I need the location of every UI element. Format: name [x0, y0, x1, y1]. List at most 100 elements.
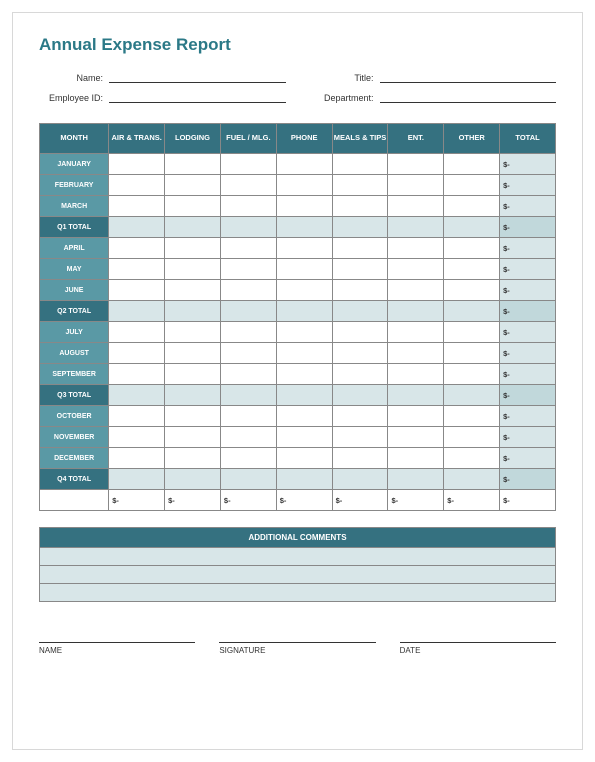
expense-table: MONTH AIR & TRANS. LODGING FUEL / MLG. P… — [39, 123, 556, 511]
expense-cell[interactable] — [388, 259, 444, 280]
expense-cell[interactable] — [220, 175, 276, 196]
comments-section: ADDITIONAL COMMENTS — [39, 527, 556, 602]
expense-cell[interactable] — [332, 343, 388, 364]
expense-cell[interactable] — [165, 238, 221, 259]
expense-cell[interactable] — [444, 154, 500, 175]
expense-cell[interactable] — [444, 196, 500, 217]
expense-cell[interactable] — [220, 427, 276, 448]
expense-cell[interactable] — [220, 196, 276, 217]
expense-cell[interactable] — [109, 175, 165, 196]
expense-cell[interactable] — [444, 427, 500, 448]
expense-cell[interactable] — [332, 238, 388, 259]
expense-cell[interactable] — [109, 280, 165, 301]
expense-cell[interactable] — [220, 322, 276, 343]
expense-cell: $- — [444, 490, 500, 511]
department-input[interactable] — [380, 91, 557, 103]
expense-cell[interactable] — [444, 406, 500, 427]
expense-cell[interactable] — [109, 364, 165, 385]
expense-cell[interactable] — [220, 259, 276, 280]
expense-cell[interactable] — [332, 364, 388, 385]
expense-cell[interactable] — [220, 364, 276, 385]
expense-cell[interactable] — [109, 448, 165, 469]
expense-cell[interactable] — [388, 196, 444, 217]
expense-cell[interactable] — [165, 175, 221, 196]
expense-cell[interactable] — [332, 259, 388, 280]
expense-cell[interactable] — [220, 448, 276, 469]
expense-cell[interactable] — [220, 280, 276, 301]
expense-cell[interactable] — [165, 196, 221, 217]
expense-cell[interactable] — [165, 259, 221, 280]
expense-cell[interactable] — [332, 175, 388, 196]
expense-cell[interactable] — [165, 448, 221, 469]
expense-cell[interactable] — [276, 322, 332, 343]
comments-row[interactable] — [39, 566, 556, 584]
row-label: NOVEMBER — [40, 427, 109, 448]
expense-cell[interactable] — [109, 154, 165, 175]
expense-cell[interactable] — [388, 238, 444, 259]
expense-cell[interactable] — [332, 448, 388, 469]
row-total: $- — [500, 406, 556, 427]
expense-cell[interactable] — [276, 343, 332, 364]
expense-cell[interactable] — [276, 259, 332, 280]
expense-cell[interactable] — [276, 280, 332, 301]
expense-cell[interactable] — [165, 406, 221, 427]
expense-cell[interactable] — [444, 322, 500, 343]
expense-cell[interactable] — [165, 154, 221, 175]
expense-cell[interactable] — [109, 343, 165, 364]
expense-cell[interactable] — [220, 343, 276, 364]
expense-cell[interactable] — [165, 427, 221, 448]
expense-cell — [444, 217, 500, 238]
expense-cell[interactable] — [444, 364, 500, 385]
expense-cell[interactable] — [444, 238, 500, 259]
expense-cell[interactable] — [276, 427, 332, 448]
expense-cell[interactable] — [388, 427, 444, 448]
expense-cell[interactable] — [165, 322, 221, 343]
comments-row[interactable] — [39, 548, 556, 566]
expense-cell — [444, 469, 500, 490]
page-title: Annual Expense Report — [39, 35, 556, 55]
expense-cell[interactable] — [332, 154, 388, 175]
title-input[interactable] — [380, 71, 557, 83]
expense-cell[interactable] — [444, 259, 500, 280]
expense-cell[interactable] — [109, 259, 165, 280]
expense-cell[interactable] — [444, 175, 500, 196]
expense-cell[interactable] — [276, 196, 332, 217]
expense-cell[interactable] — [332, 322, 388, 343]
expense-cell[interactable] — [276, 364, 332, 385]
expense-cell[interactable] — [388, 280, 444, 301]
expense-cell[interactable] — [220, 406, 276, 427]
expense-cell[interactable] — [220, 238, 276, 259]
name-input[interactable] — [109, 71, 286, 83]
employee-id-input[interactable] — [109, 91, 286, 103]
expense-cell[interactable] — [165, 364, 221, 385]
expense-cell[interactable] — [444, 280, 500, 301]
expense-cell[interactable] — [388, 154, 444, 175]
expense-cell[interactable] — [332, 196, 388, 217]
expense-cell[interactable] — [276, 238, 332, 259]
expense-cell[interactable] — [332, 280, 388, 301]
expense-cell[interactable] — [109, 427, 165, 448]
expense-cell[interactable] — [276, 154, 332, 175]
expense-cell[interactable] — [388, 322, 444, 343]
expense-cell[interactable] — [444, 343, 500, 364]
expense-cell[interactable] — [109, 196, 165, 217]
expense-cell[interactable] — [276, 406, 332, 427]
expense-cell[interactable] — [444, 448, 500, 469]
expense-cell[interactable] — [332, 406, 388, 427]
expense-cell[interactable] — [109, 406, 165, 427]
expense-cell[interactable] — [109, 322, 165, 343]
expense-cell[interactable] — [109, 238, 165, 259]
expense-cell[interactable] — [220, 154, 276, 175]
expense-cell[interactable] — [276, 175, 332, 196]
expense-cell[interactable] — [165, 280, 221, 301]
expense-cell[interactable] — [388, 343, 444, 364]
expense-cell[interactable] — [388, 448, 444, 469]
comments-row[interactable] — [39, 584, 556, 602]
expense-cell[interactable] — [276, 448, 332, 469]
expense-cell[interactable] — [388, 175, 444, 196]
expense-cell[interactable] — [388, 364, 444, 385]
expense-cell[interactable] — [165, 343, 221, 364]
expense-cell[interactable] — [332, 427, 388, 448]
expense-cell[interactable] — [388, 406, 444, 427]
header-fields: Name: Title: Employee ID: Department: — [39, 71, 556, 103]
